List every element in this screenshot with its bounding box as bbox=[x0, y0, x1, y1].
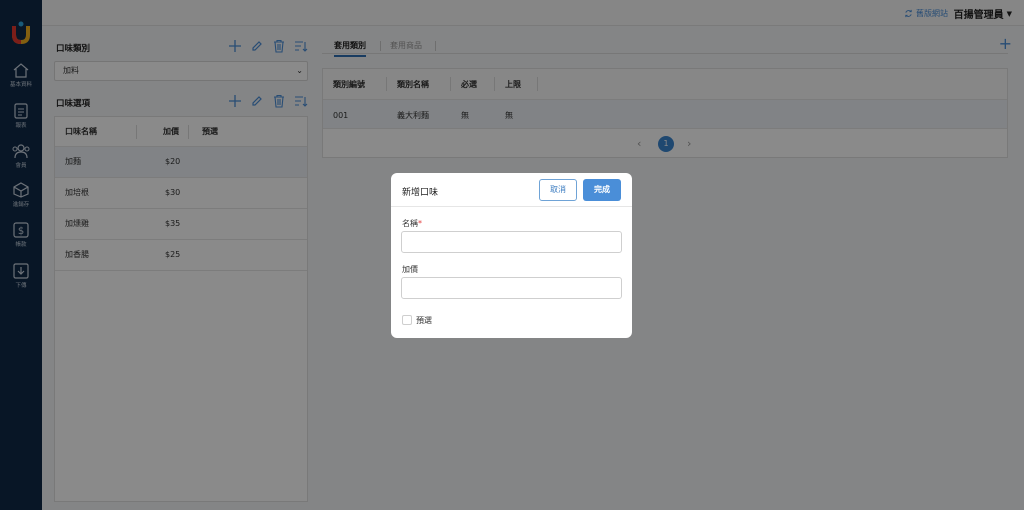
name-field[interactable] bbox=[401, 231, 622, 253]
price-label: 加價 bbox=[402, 265, 418, 274]
preselect-checkbox[interactable] bbox=[402, 315, 412, 325]
add-flavor-dialog: 新增口味 取消 完成 名稱* 加價 預選 bbox=[391, 173, 632, 338]
price-field[interactable] bbox=[401, 277, 622, 299]
done-button[interactable]: 完成 bbox=[583, 179, 621, 201]
name-label-text: 名稱 bbox=[402, 219, 418, 228]
required-mark: * bbox=[418, 219, 422, 228]
cancel-button[interactable]: 取消 bbox=[539, 179, 577, 201]
name-label: 名稱* bbox=[402, 218, 422, 229]
preselect-label: 預選 bbox=[416, 316, 432, 325]
dialog-header: 新增口味 取消 完成 bbox=[391, 173, 632, 207]
dialog-title: 新增口味 bbox=[402, 188, 439, 198]
